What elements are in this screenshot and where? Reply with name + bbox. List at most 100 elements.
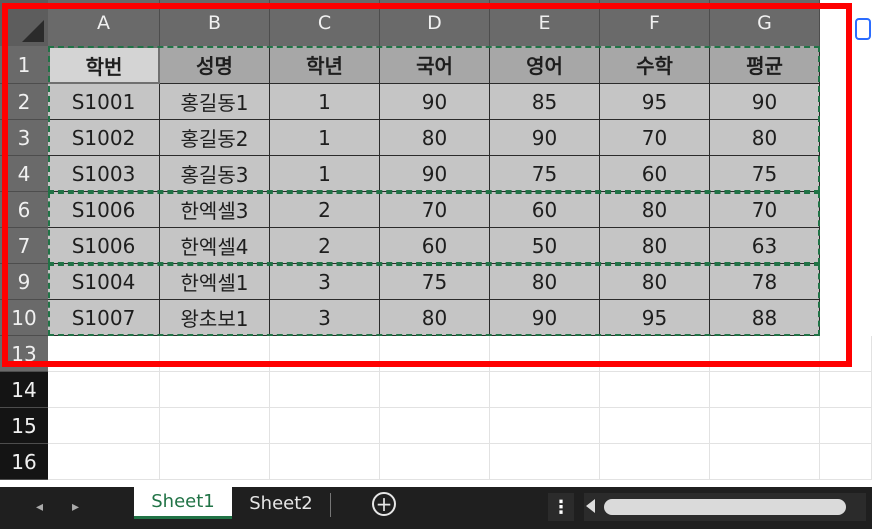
data-cell[interactable]: 70	[380, 192, 490, 228]
empty-cell[interactable]	[380, 336, 490, 372]
edge-control-button[interactable]	[855, 18, 871, 40]
add-sheet-button[interactable]: +	[372, 492, 396, 516]
empty-cell[interactable]	[160, 408, 270, 444]
empty-cell[interactable]	[600, 444, 710, 480]
data-cell[interactable]: 50	[490, 228, 600, 264]
scroll-tabs-right-icon[interactable]: ▸	[72, 499, 79, 515]
empty-cell[interactable]	[490, 336, 600, 372]
empty-cell[interactable]	[710, 444, 820, 480]
data-cell[interactable]: 75	[710, 156, 820, 192]
data-cell[interactable]: 60	[380, 228, 490, 264]
data-cell[interactable]: 홍길동2	[160, 120, 270, 156]
data-cell[interactable]: 80	[600, 228, 710, 264]
data-cell[interactable]: 1	[270, 84, 380, 120]
tab-sheet1[interactable]: Sheet1	[134, 487, 232, 519]
data-cell[interactable]: 홍길동3	[160, 156, 270, 192]
data-cell[interactable]: S1003	[48, 156, 160, 192]
data-cell[interactable]: 80	[490, 264, 600, 300]
empty-cell[interactable]	[710, 336, 820, 372]
data-cell[interactable]: 70	[600, 120, 710, 156]
data-cell[interactable]: 2	[270, 228, 380, 264]
empty-cell[interactable]	[820, 336, 872, 372]
empty-cell[interactable]	[710, 372, 820, 408]
empty-cell[interactable]	[380, 372, 490, 408]
header-cell[interactable]: 수학	[600, 46, 710, 84]
data-cell[interactable]: 3	[270, 300, 380, 336]
data-cell[interactable]: 90	[490, 300, 600, 336]
empty-cell[interactable]	[48, 408, 160, 444]
column-header-d[interactable]: D	[380, 0, 490, 46]
empty-cell[interactable]	[380, 444, 490, 480]
scroll-left-arrow-icon[interactable]	[586, 499, 595, 513]
data-cell[interactable]: 90	[380, 156, 490, 192]
row-header[interactable]: 13	[0, 336, 48, 372]
empty-cell[interactable]	[270, 444, 380, 480]
horizontal-scroll-thumb[interactable]	[604, 499, 846, 515]
row-header[interactable]: 16	[0, 444, 48, 480]
data-cell[interactable]: S1001	[48, 84, 160, 120]
row-header[interactable]: 10	[0, 300, 48, 336]
empty-cell[interactable]	[600, 408, 710, 444]
data-cell[interactable]: S1007	[48, 300, 160, 336]
data-cell[interactable]: 1	[270, 120, 380, 156]
row-header[interactable]: 1	[0, 46, 48, 84]
data-cell[interactable]: 한엑셀3	[160, 192, 270, 228]
empty-cell[interactable]	[710, 408, 820, 444]
empty-cell[interactable]	[820, 408, 872, 444]
empty-cell[interactable]	[490, 444, 600, 480]
header-cell[interactable]: 성명	[160, 46, 270, 84]
data-cell[interactable]: 90	[710, 84, 820, 120]
header-cell[interactable]: 국어	[380, 46, 490, 84]
header-cell[interactable]: 평균	[710, 46, 820, 84]
data-cell[interactable]: 90	[380, 84, 490, 120]
row-header[interactable]: 4	[0, 156, 48, 192]
data-cell[interactable]: 95	[600, 84, 710, 120]
row-header[interactable]: 2	[0, 84, 48, 120]
tab-sheet2[interactable]: Sheet2	[234, 487, 328, 519]
empty-cell[interactable]	[490, 372, 600, 408]
data-cell[interactable]: 75	[380, 264, 490, 300]
empty-cell[interactable]	[48, 372, 160, 408]
row-header[interactable]: 15	[0, 408, 48, 444]
empty-cell[interactable]	[600, 372, 710, 408]
data-cell[interactable]: 2	[270, 192, 380, 228]
empty-cell[interactable]	[48, 336, 160, 372]
column-header-g[interactable]: G	[710, 0, 820, 46]
data-cell[interactable]: 3	[270, 264, 380, 300]
data-cell[interactable]: 90	[490, 120, 600, 156]
empty-cell[interactable]	[48, 444, 160, 480]
header-cell[interactable]: 학번	[48, 46, 160, 84]
data-cell[interactable]: 95	[600, 300, 710, 336]
empty-cell[interactable]	[160, 336, 270, 372]
column-header-f[interactable]: F	[600, 0, 710, 46]
empty-cell[interactable]	[160, 372, 270, 408]
header-cell[interactable]: 학년	[270, 46, 380, 84]
data-cell[interactable]: 80	[380, 300, 490, 336]
column-header-e[interactable]: E	[490, 0, 600, 46]
data-cell[interactable]: 80	[710, 120, 820, 156]
empty-cell[interactable]	[270, 408, 380, 444]
data-cell[interactable]: 80	[380, 120, 490, 156]
empty-cell[interactable]	[270, 372, 380, 408]
more-options-button[interactable]: ⋮	[548, 493, 574, 521]
empty-cell[interactable]	[270, 336, 380, 372]
data-cell[interactable]: 1	[270, 156, 380, 192]
data-cell[interactable]: 75	[490, 156, 600, 192]
column-header-a[interactable]: A	[48, 0, 160, 46]
data-cell[interactable]: S1006	[48, 192, 160, 228]
empty-cell[interactable]	[380, 408, 490, 444]
data-cell[interactable]: S1006	[48, 228, 160, 264]
data-cell[interactable]: 88	[710, 300, 820, 336]
data-cell[interactable]: 60	[600, 156, 710, 192]
data-cell[interactable]: S1002	[48, 120, 160, 156]
data-cell[interactable]: 홍길동1	[160, 84, 270, 120]
column-header-b[interactable]: B	[160, 0, 270, 46]
empty-cell[interactable]	[820, 372, 872, 408]
header-cell[interactable]: 영어	[490, 46, 600, 84]
empty-cell[interactable]	[820, 444, 872, 480]
select-all-corner[interactable]	[0, 0, 48, 46]
data-cell[interactable]: S1004	[48, 264, 160, 300]
row-header[interactable]: 9	[0, 264, 48, 300]
row-header[interactable]: 14	[0, 372, 48, 408]
data-cell[interactable]: 60	[490, 192, 600, 228]
